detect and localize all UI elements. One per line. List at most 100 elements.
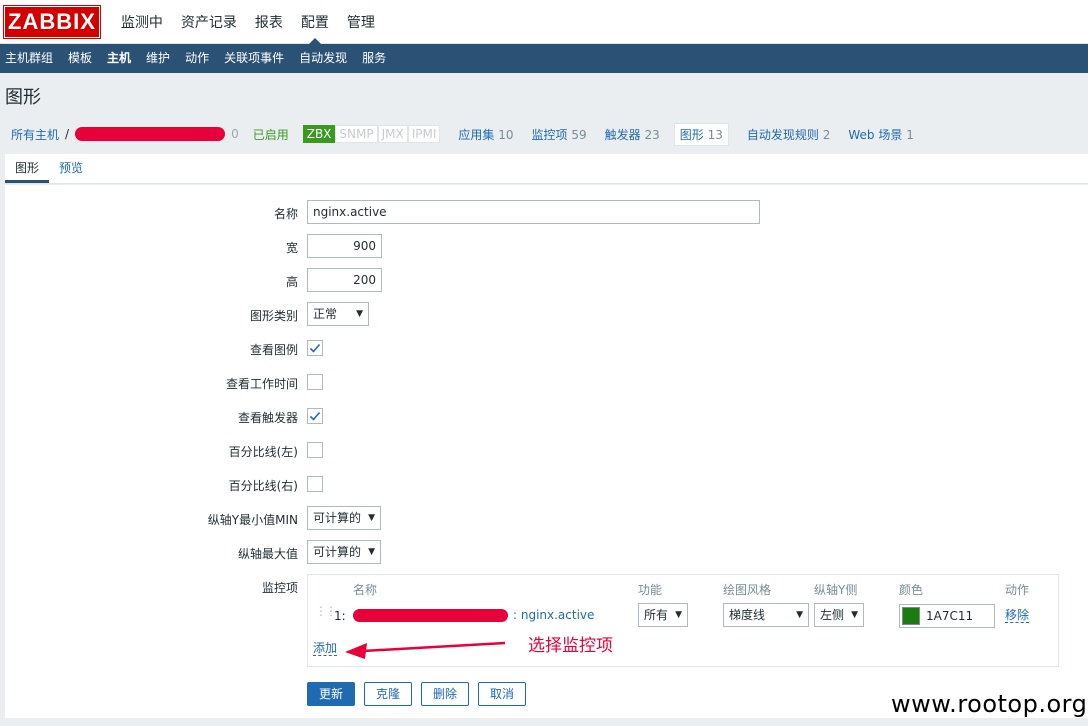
link-discovery-rules[interactable]: 自动发现规则 2 [747, 126, 830, 143]
annotation-text: 选择监控项 [528, 636, 613, 656]
top-menu: 监测中 资产记录 报表 配置 管理 [112, 0, 384, 45]
watermark: www.rootop.org [891, 690, 1088, 718]
submenu-templates[interactable]: 模板 [63, 44, 97, 73]
graph-type-label: 图形类别 [249, 309, 298, 323]
color-swatch[interactable] [902, 607, 920, 625]
color-picker[interactable]: 1A7C11 [899, 604, 995, 628]
graph-type-select[interactable]: 正常 ▼ [307, 302, 369, 326]
submenu-services[interactable]: 服务 [357, 44, 391, 73]
submenu-maintenance[interactable]: 维护 [141, 44, 175, 73]
row-worktime: 查看工作时间 [5, 370, 1088, 394]
row-triggers: 查看触发器 [5, 404, 1088, 428]
delete-button[interactable]: 删除 [421, 682, 470, 706]
top-navigation: ZABBIX 监测中 资产记录 报表 配置 管理 [0, 0, 1088, 45]
color-hex-value[interactable]: 1A7C11 [926, 609, 973, 623]
y-axis-side-select[interactable]: 左侧 ▼ [814, 603, 864, 627]
remove-item-link[interactable]: 移除 [1005, 608, 1030, 623]
add-item-link[interactable]: 添加 [313, 641, 338, 656]
link-items[interactable]: 监控项 59 [532, 126, 587, 143]
row-width: 宽 900 [5, 234, 1088, 258]
submenu-correlation[interactable]: 关联项事件 [219, 44, 289, 73]
submenu-actions[interactable]: 动作 [180, 44, 214, 73]
menu-inventory[interactable]: 资产记录 [172, 0, 246, 44]
row-percentile-right: 百分比线(右) [5, 472, 1088, 496]
host-status[interactable]: 已启用 [253, 126, 289, 143]
form-tabs: 图形 预览 [5, 154, 1088, 184]
ymin-select[interactable]: 可计算的 ▼ [307, 506, 381, 530]
ymax-select[interactable]: 可计算的 ▼ [307, 540, 381, 564]
sub-navigation: 主机群组 模板 主机 维护 动作 关联项事件 自动发现 服务 [0, 44, 1088, 73]
check-icon [309, 411, 321, 421]
legend-checkbox[interactable] [307, 340, 323, 356]
badge-snmp: SNMP [335, 125, 378, 143]
drag-handle-icon[interactable]: ⋮⋮ [315, 605, 337, 617]
header-draw-style: 绘图风格 [723, 583, 772, 597]
menu-reports[interactable]: 报表 [246, 0, 292, 44]
link-applications[interactable]: 应用集 10 [458, 126, 513, 143]
menu-configuration[interactable]: 配置 [292, 0, 338, 45]
worktime-checkbox[interactable] [307, 374, 323, 390]
tab-graph[interactable]: 图形 [5, 154, 50, 183]
check-icon [309, 343, 321, 353]
submenu-host-groups[interactable]: 主机群组 [0, 44, 58, 73]
row-height: 高 200 [5, 268, 1088, 292]
link-graphs[interactable]: 图形 13 [673, 122, 729, 146]
draw-style-select[interactable]: 梯度线 ▼ [723, 603, 809, 627]
badge-jmx: JMX [377, 125, 408, 143]
percentile-right-label: 百分比线(右) [228, 479, 298, 493]
header-color: 颜色 [899, 583, 924, 597]
name-label: 名称 [273, 207, 298, 221]
row-index: 1: [334, 609, 346, 623]
dropdown-arrow-icon: ▼ [368, 547, 375, 557]
zabbix-logo[interactable]: ZABBIX [3, 4, 101, 39]
worktime-label: 查看工作时间 [225, 377, 298, 391]
menu-administration[interactable]: 管理 [338, 0, 384, 44]
menu-monitoring[interactable]: 监测中 [112, 0, 172, 44]
item-name-link[interactable]: : nginx.active [513, 608, 594, 622]
link-web-scenarios[interactable]: Web 场景 1 [848, 126, 913, 143]
dropdown-arrow-icon: ▼ [368, 513, 375, 523]
redacted-host-name [75, 127, 226, 141]
ymax-label: 纵轴最大值 [237, 547, 298, 561]
height-label: 高 [285, 275, 298, 289]
badge-ipmi: IPMI [407, 125, 441, 143]
annotation-arrow-icon [345, 641, 505, 659]
width-input[interactable]: 900 [307, 234, 382, 258]
header-action: 动作 [1005, 583, 1030, 597]
header-name: 名称 [353, 583, 378, 597]
breadcrumb-all-hosts[interactable]: 所有主机 [11, 126, 59, 143]
width-label: 宽 [285, 241, 298, 255]
submenu-hosts[interactable]: 主机 [102, 44, 136, 73]
dropdown-arrow-icon: ▼ [675, 610, 682, 620]
function-select[interactable]: 所有 ▼ [638, 603, 688, 627]
items-label: 监控项 [261, 581, 298, 595]
row-ymin: 纵轴Y最小值MIN 可计算的 ▼ [5, 506, 1088, 530]
page-title: 图形 [5, 87, 41, 108]
triggers-checkbox[interactable] [307, 408, 323, 424]
ymin-label: 纵轴Y最小值MIN [207, 513, 298, 527]
row-graph-type: 图形类别 正常 ▼ [5, 302, 1088, 326]
redacted-item-host [353, 609, 508, 622]
submenu-discovery[interactable]: 自动发现 [294, 44, 352, 73]
legend-label: 查看图例 [249, 343, 298, 357]
dropdown-arrow-icon: ▼ [851, 610, 858, 620]
height-input[interactable]: 200 [307, 268, 382, 292]
header-y-axis-side: 纵轴Y侧 [814, 583, 858, 597]
triggers-label: 查看触发器 [237, 411, 298, 425]
tab-preview[interactable]: 预览 [49, 154, 93, 183]
dropdown-arrow-icon: ▼ [356, 309, 363, 319]
link-triggers[interactable]: 触发器 23 [605, 126, 660, 143]
percentile-left-label: 百分比线(左) [228, 445, 298, 459]
dropdown-arrow-icon: ▼ [796, 610, 803, 620]
badge-zbx: ZBX [302, 125, 336, 143]
percentile-left-checkbox[interactable] [307, 442, 323, 458]
row-legend: 查看图例 [5, 336, 1088, 360]
breadcrumb-separator: / [65, 127, 70, 141]
name-input[interactable]: nginx.active [307, 200, 760, 224]
breadcrumb-host-tail[interactable]: 0 [231, 127, 239, 141]
table-row: ⋮⋮ 1: : nginx.active 所有 ▼ 梯度线 ▼ 左侧 ▼ 1A7C11… [308, 603, 1058, 629]
percentile-right-checkbox[interactable] [307, 476, 323, 492]
update-button[interactable]: 更新 [307, 682, 356, 706]
cancel-button[interactable]: 取消 [478, 682, 527, 706]
clone-button[interactable]: 克隆 [364, 682, 413, 706]
